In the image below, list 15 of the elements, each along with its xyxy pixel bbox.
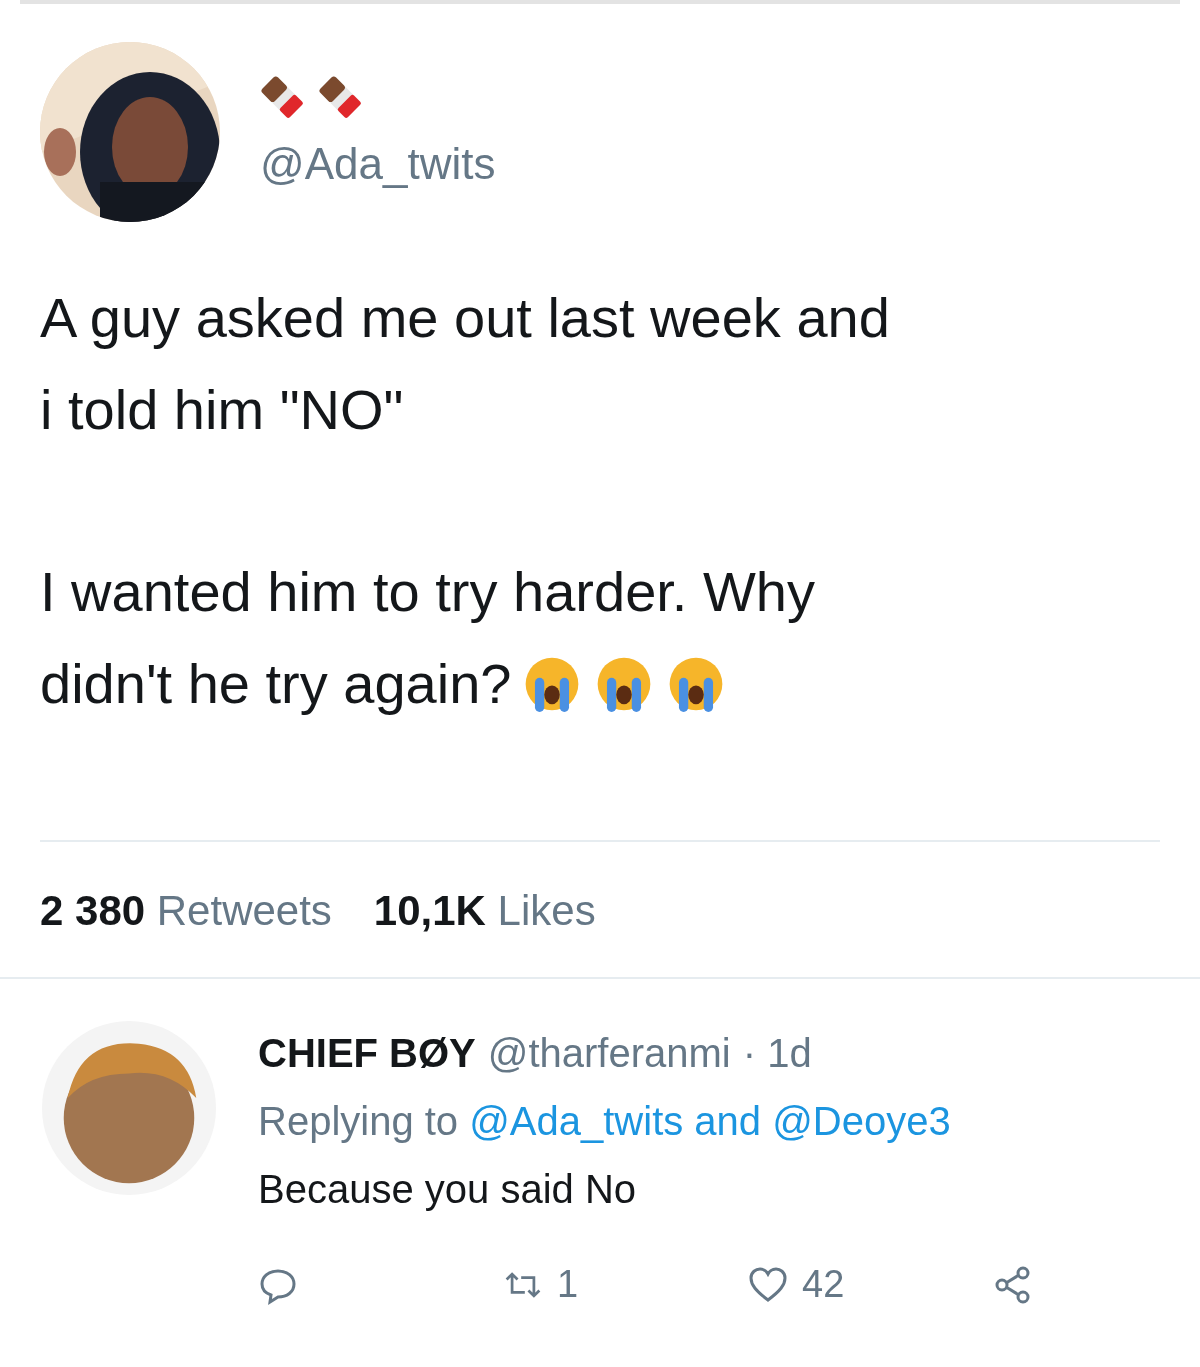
- user-handle[interactable]: @tharferanmi: [487, 1019, 731, 1087]
- avatar-icon: [40, 1019, 218, 1197]
- stat-count[interactable]: 2 380 Retweets: [40, 887, 332, 935]
- reply-text: Because you said No: [258, 1166, 637, 1213]
- display-name[interactable]: CHIEF BØY: [258, 1019, 476, 1087]
- action-count: 42: [802, 1263, 845, 1306]
- tweet-text: didn't he try again?: [40, 651, 512, 717]
- tweet-text: I wanted him to try harder. Why: [40, 559, 815, 625]
- tweet-text: i told him "NO": [40, 377, 404, 443]
- stat-count[interactable]: 10,1K Likes: [373, 887, 596, 935]
- tweet-text: A guy asked me out last week and: [40, 285, 890, 351]
- replying-to-text: Replying to @Ada_twits and @Deoye3: [258, 1098, 952, 1145]
- user-handle[interactable]: @Ada_twits: [260, 139, 496, 189]
- timestamp: · 1d: [742, 1030, 812, 1077]
- action-count: 1: [557, 1263, 579, 1306]
